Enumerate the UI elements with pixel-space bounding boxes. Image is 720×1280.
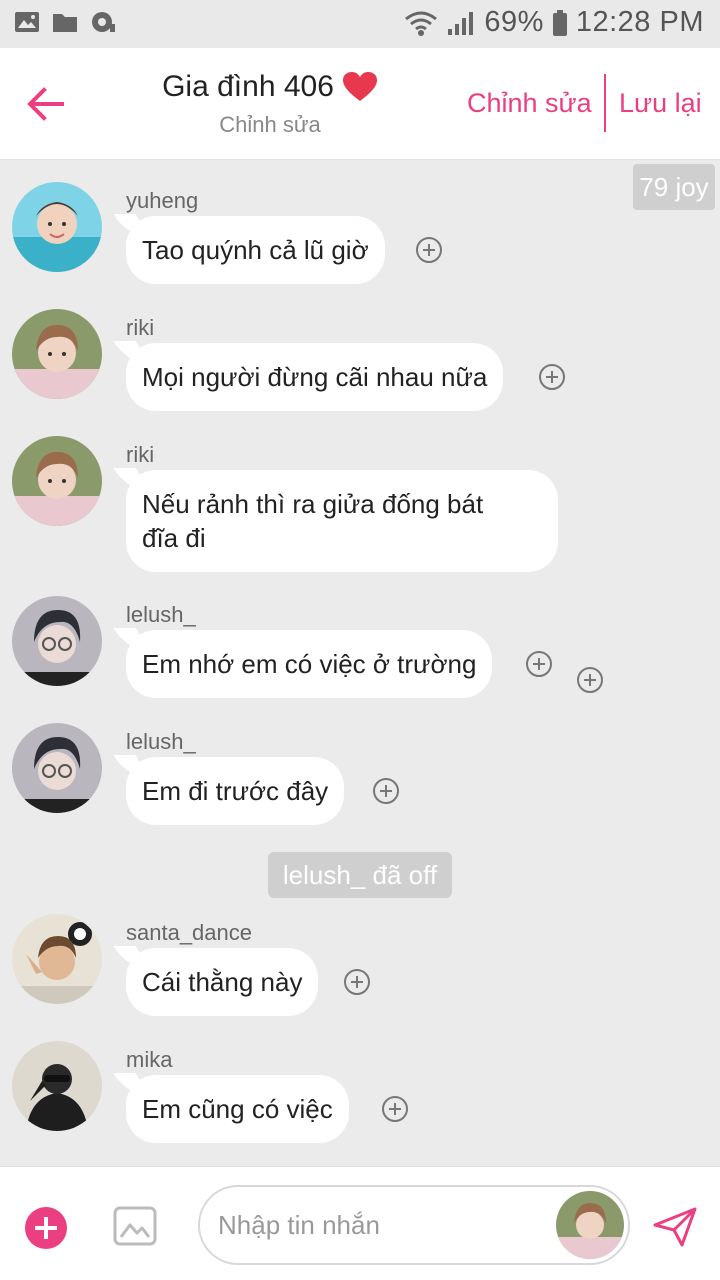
- message-text: Nếu rảnh thì ra giửa đống bát: [142, 489, 484, 519]
- sender-name: riki: [126, 315, 155, 340]
- system-message: lelush_ đã off: [268, 852, 452, 898]
- sender-name: mika: [126, 1047, 173, 1072]
- image-icon: [15, 12, 39, 32]
- message-text: Tao quýnh cả lũ giờ: [142, 235, 369, 265]
- notification-icons: [14, 10, 116, 34]
- status-bar: 69% 12:28 PM: [0, 0, 720, 48]
- avatar-mika[interactable]: [12, 1041, 102, 1131]
- message-bubble[interactable]: Mọi người đừng cãi nhau nữa: [126, 343, 504, 411]
- avatar-lelush[interactable]: [12, 596, 102, 686]
- sender-avatar[interactable]: [556, 1191, 624, 1259]
- sender-name: lelush_: [126, 729, 196, 754]
- message-field[interactable]: [198, 1185, 630, 1265]
- add-reaction-icon[interactable]: [373, 778, 399, 804]
- wifi-icon: [405, 11, 438, 36]
- message-bubble[interactable]: Em đi trước đây: [126, 757, 345, 825]
- sender-name: riki: [126, 442, 155, 467]
- back-arrow-icon[interactable]: [22, 82, 70, 126]
- avatar-yuheng[interactable]: [12, 182, 102, 272]
- message-text: Em cũng có việc: [142, 1094, 333, 1124]
- sender-name: yuheng: [126, 188, 199, 213]
- group-name: Gia đình 406: [162, 70, 334, 103]
- message-bubble[interactable]: Em cũng có việc: [126, 1075, 349, 1143]
- add-reaction-icon[interactable]: [416, 237, 442, 263]
- add-attachment-button[interactable]: [25, 1207, 67, 1249]
- battery-icon: [552, 9, 567, 36]
- folder-icon: [53, 14, 77, 32]
- message-text: Mọi người đừng cãi nhau nữa: [142, 362, 488, 392]
- title-block: Gia đình 406 Chỉnh sửa: [120, 70, 420, 138]
- send-icon[interactable]: [652, 1205, 698, 1249]
- battery-percent: 69%: [484, 6, 544, 38]
- add-reaction-icon[interactable]: [382, 1096, 408, 1122]
- message-input-bar: [0, 1166, 720, 1280]
- avatar-lelush[interactable]: [12, 723, 102, 813]
- message-bubble[interactable]: Tao quýnh cả lũ giờ: [126, 216, 385, 284]
- edit-button[interactable]: Chỉnh sửa: [467, 88, 592, 119]
- message-text: Em đi trước đây: [142, 776, 329, 806]
- group-subtitle: Chỉnh sửa: [219, 112, 321, 137]
- signal-icon: [448, 11, 474, 35]
- avatar-santa-dance[interactable]: [12, 914, 102, 1004]
- viewer-badge: 79 joy: [633, 164, 715, 210]
- avatar-riki[interactable]: [12, 309, 102, 399]
- message-bubble[interactable]: Cái thằng này: [126, 948, 319, 1016]
- message-input[interactable]: [218, 1205, 548, 1245]
- heart-icon: [342, 72, 377, 101]
- chat-area[interactable]: 79 joy yuheng Tao quýnh cả lũ giờ riki M…: [0, 160, 720, 1166]
- message-text-line2: đĩa đi: [142, 523, 206, 553]
- clock: 12:28 PM: [575, 6, 704, 38]
- message-bubble[interactable]: Em nhớ em có việc ở trường: [126, 630, 493, 698]
- system-indicators: 69% 12:28 PM: [404, 6, 704, 39]
- message-bubble[interactable]: Nếu rảnh thì ra giửa đống bát đĩa đi: [126, 470, 558, 572]
- sender-name: lelush_: [126, 602, 196, 627]
- message-text: Em nhớ em có việc ở trường: [142, 649, 477, 679]
- sender-name: santa_dance: [126, 920, 252, 945]
- message-text: Cái thằng này: [142, 967, 303, 997]
- add-reaction-icon[interactable]: [577, 667, 603, 693]
- group-title: Gia đình 406: [162, 70, 378, 104]
- header-divider: [604, 74, 606, 132]
- add-reaction-icon[interactable]: [539, 364, 565, 390]
- chat-header: Gia đình 406 Chỉnh sửa Chỉnh sửa Lưu lại: [0, 48, 720, 160]
- save-button[interactable]: Lưu lại: [619, 88, 702, 119]
- sync-icon: [92, 12, 115, 32]
- add-reaction-icon[interactable]: [344, 969, 370, 995]
- gallery-icon[interactable]: [112, 1203, 158, 1249]
- avatar-riki[interactable]: [12, 436, 102, 526]
- add-reaction-icon[interactable]: [526, 651, 552, 677]
